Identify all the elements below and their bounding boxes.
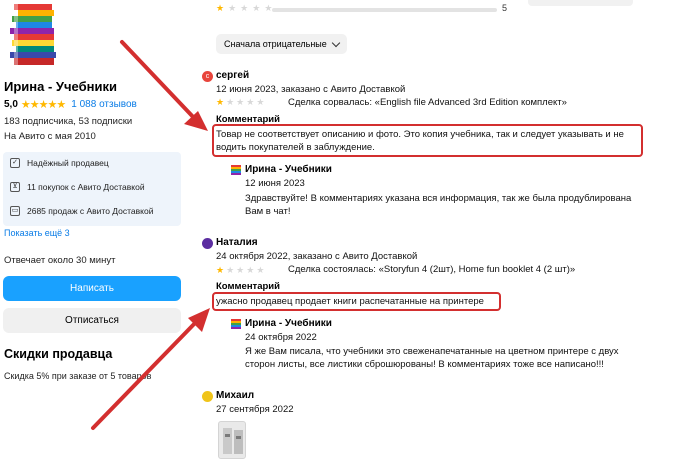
reply-line: Вам в чат! bbox=[245, 206, 291, 217]
star-icon: ★ bbox=[246, 97, 255, 107]
rating-value: 5,0 bbox=[4, 99, 18, 110]
discounts-text: Скидка 5% при заказе от 5 товаров bbox=[4, 371, 152, 381]
chevron-down-icon bbox=[331, 38, 341, 47]
shield-check-icon: ✓ bbox=[10, 158, 20, 168]
sort-dropdown[interactable]: Сначала отрицательные bbox=[216, 34, 347, 54]
truck-icon: ▭ bbox=[10, 206, 20, 216]
star-icon: ★ bbox=[236, 265, 245, 275]
reply-date: 12 июня 2023 bbox=[245, 178, 305, 189]
reply-text: Здравствуйте! В комментариях указана вся… bbox=[245, 192, 665, 218]
rating-distribution-stars: ★ ★ ★ ★ ★ bbox=[216, 3, 272, 13]
books-icon bbox=[231, 319, 241, 329]
books-logo-icon bbox=[10, 4, 56, 65]
reviews-panel: ★ ★ ★ ★ ★ 5 Сначала отрицательные с серг… bbox=[200, 0, 700, 461]
badge-purchases: ⊻ 11 покупок с Авито Доставкой bbox=[10, 182, 145, 192]
star-icon: ★ bbox=[38, 99, 49, 111]
star-icon: ★ bbox=[47, 99, 58, 111]
comment-label: Комментарий bbox=[216, 281, 280, 292]
followers-text: 183 подписчика, 53 подписки bbox=[4, 116, 133, 127]
show-more-link[interactable]: Показать ещё 3 bbox=[4, 228, 70, 238]
books-icon bbox=[231, 165, 241, 175]
reply-date: 24 октября 2022 bbox=[245, 332, 317, 343]
badge-reliable: ✓ Надёжный продавец bbox=[10, 158, 109, 168]
avatar[interactable] bbox=[202, 391, 213, 402]
review-stars: ★ ★ ★ ★ ★ bbox=[216, 266, 264, 275]
star-icon: ★ bbox=[226, 265, 235, 275]
review-author[interactable]: сергей bbox=[216, 70, 249, 81]
star-icon: ★ bbox=[216, 3, 225, 13]
star-icon: ★ bbox=[228, 3, 237, 13]
reply-line: Здравствуйте! В комментариях указана вся… bbox=[245, 193, 632, 204]
seller-rating: 5,0 ★ ★ ★ ★ ★ 1 088 отзывов bbox=[4, 98, 137, 111]
review-date: 24 октября 2022, заказано с Авито Достав… bbox=[216, 251, 418, 262]
unsubscribe-button[interactable]: Отписаться bbox=[3, 308, 181, 333]
star-icon: ★ bbox=[20, 99, 31, 111]
star-icon: ★ bbox=[216, 97, 225, 107]
review-deal[interactable]: Сделка состоялась: «Storyfun 4 (2шт), Ho… bbox=[288, 264, 575, 275]
reply-line: Я же Вам писала, что учебники это свежен… bbox=[245, 346, 619, 357]
review-stars: ★ ★ ★ ★ ★ bbox=[216, 98, 264, 107]
star-icon: ★ bbox=[226, 97, 235, 107]
star-icon: ★ bbox=[252, 3, 261, 13]
cart-icon: ⊻ bbox=[10, 182, 20, 192]
star-icon: ★ bbox=[256, 97, 265, 107]
review-author[interactable]: Наталия bbox=[216, 237, 258, 248]
badge-label: 11 покупок с Авито Доставкой bbox=[27, 182, 145, 192]
member-since-text: На Авито с мая 2010 bbox=[4, 131, 96, 142]
star-icon: ★ bbox=[236, 97, 245, 107]
star-icon: ★ bbox=[246, 265, 255, 275]
write-button[interactable]: Написать bbox=[3, 276, 181, 301]
sort-label: Сначала отрицательные bbox=[224, 39, 327, 49]
star-icon: ★ bbox=[216, 265, 225, 275]
review-deal[interactable]: Сделка сорвалась: «English file Advanced… bbox=[288, 97, 567, 108]
rating-stars: ★ ★ ★ ★ ★ bbox=[20, 98, 66, 111]
seller-panel: Ирина - Учебники 5,0 ★ ★ ★ ★ ★ 1 088 отзывов… bbox=[0, 0, 188, 461]
review-photo-thumbnail[interactable] bbox=[218, 421, 246, 459]
reviews-count-link[interactable]: 1 088 отзывов bbox=[71, 99, 137, 110]
star-icon: ★ bbox=[29, 99, 40, 111]
rating-bar bbox=[272, 8, 497, 12]
badge-label: Надёжный продавец bbox=[27, 158, 109, 168]
seller-badges: ✓ Надёжный продавец ⊻ 11 покупок с Авито… bbox=[3, 152, 181, 226]
badge-sales: ▭ 2685 продаж с Авито Доставкой bbox=[10, 206, 153, 216]
reply-author[interactable]: Ирина - Учебники bbox=[245, 164, 332, 175]
reply-author[interactable]: Ирина - Учебники bbox=[245, 318, 332, 329]
star-icon: ★ bbox=[256, 265, 265, 275]
rating-bar-count: 5 bbox=[502, 3, 508, 13]
reply-line: сторон листы, все листики сброшюрованы! … bbox=[245, 359, 604, 370]
seller-name[interactable]: Ирина - Учебники bbox=[4, 79, 117, 94]
review-date: 27 сентября 2022 bbox=[216, 404, 294, 415]
avatar[interactable] bbox=[202, 238, 213, 249]
highlight-box bbox=[212, 292, 501, 311]
response-time: Отвечает около 30 минут bbox=[4, 255, 116, 266]
avatar[interactable]: с bbox=[202, 71, 213, 82]
star-icon: ★ bbox=[56, 99, 66, 111]
photo-icon bbox=[223, 428, 243, 454]
discounts-title: Скидки продавца bbox=[4, 347, 113, 361]
review-date: 12 июня 2023, заказано с Авито Доставкой bbox=[216, 84, 406, 95]
highlight-box bbox=[212, 124, 643, 157]
reply-text: Я же Вам писала, что учебники это свежен… bbox=[245, 345, 665, 371]
star-icon: ★ bbox=[240, 3, 249, 13]
badge-label: 2685 продаж с Авито Доставкой bbox=[27, 206, 154, 216]
review-author[interactable]: Михаил bbox=[216, 390, 254, 401]
top-right-card bbox=[528, 0, 633, 6]
